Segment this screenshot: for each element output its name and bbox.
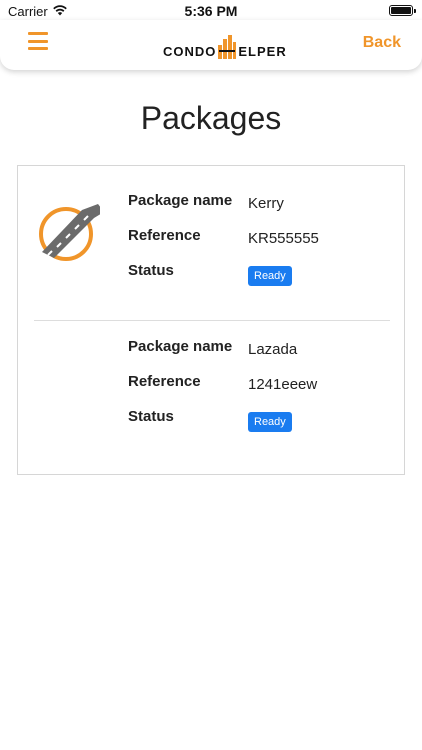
status-label: Status [128, 262, 174, 279]
package-item[interactable]: Package name Kerry Reference KR555555 St… [18, 192, 404, 332]
hamburger-menu-icon[interactable] [28, 32, 48, 50]
back-button[interactable]: Back [363, 34, 401, 52]
nav-bar: CONDO ELPER Back [0, 20, 422, 70]
package-name-row: Package name Lazada [128, 338, 398, 362]
status-row: Status Ready [128, 262, 398, 286]
reference-value: KR555555 [248, 230, 319, 247]
page-title: Packages [140, 100, 282, 136]
package-name-label: Package name [128, 338, 233, 355]
packages-card: Package name Kerry Reference KR555555 St… [17, 165, 405, 475]
clock: 5:36 PM [184, 3, 238, 19]
reference-row: Reference 1241eeew [128, 373, 398, 397]
road-icon [39, 204, 100, 261]
status-badge: Ready [248, 412, 292, 432]
logo-text-right: ELPER [238, 44, 287, 59]
battery-icon [389, 5, 416, 16]
package-name-value: Lazada [248, 341, 298, 358]
package-item[interactable]: Package name Lazada Reference 1241eeew S… [18, 338, 404, 478]
package-name-label: Package name [128, 192, 233, 209]
reference-value: 1241eeew [248, 376, 318, 393]
status-badge: Ready [248, 266, 292, 286]
status-row: Status Ready [128, 408, 398, 432]
building-icon [218, 35, 237, 59]
reference-label: Reference [128, 373, 201, 390]
reference-label: Reference [128, 227, 201, 244]
package-name-row: Package name Kerry [128, 192, 398, 216]
divider [34, 320, 390, 321]
package-name-value: Kerry [248, 195, 284, 212]
app-logo: CONDO ELPER [163, 33, 287, 59]
status-label: Status [128, 408, 174, 425]
reference-row: Reference KR555555 [128, 227, 398, 251]
logo-text-left: CONDO [163, 44, 217, 59]
